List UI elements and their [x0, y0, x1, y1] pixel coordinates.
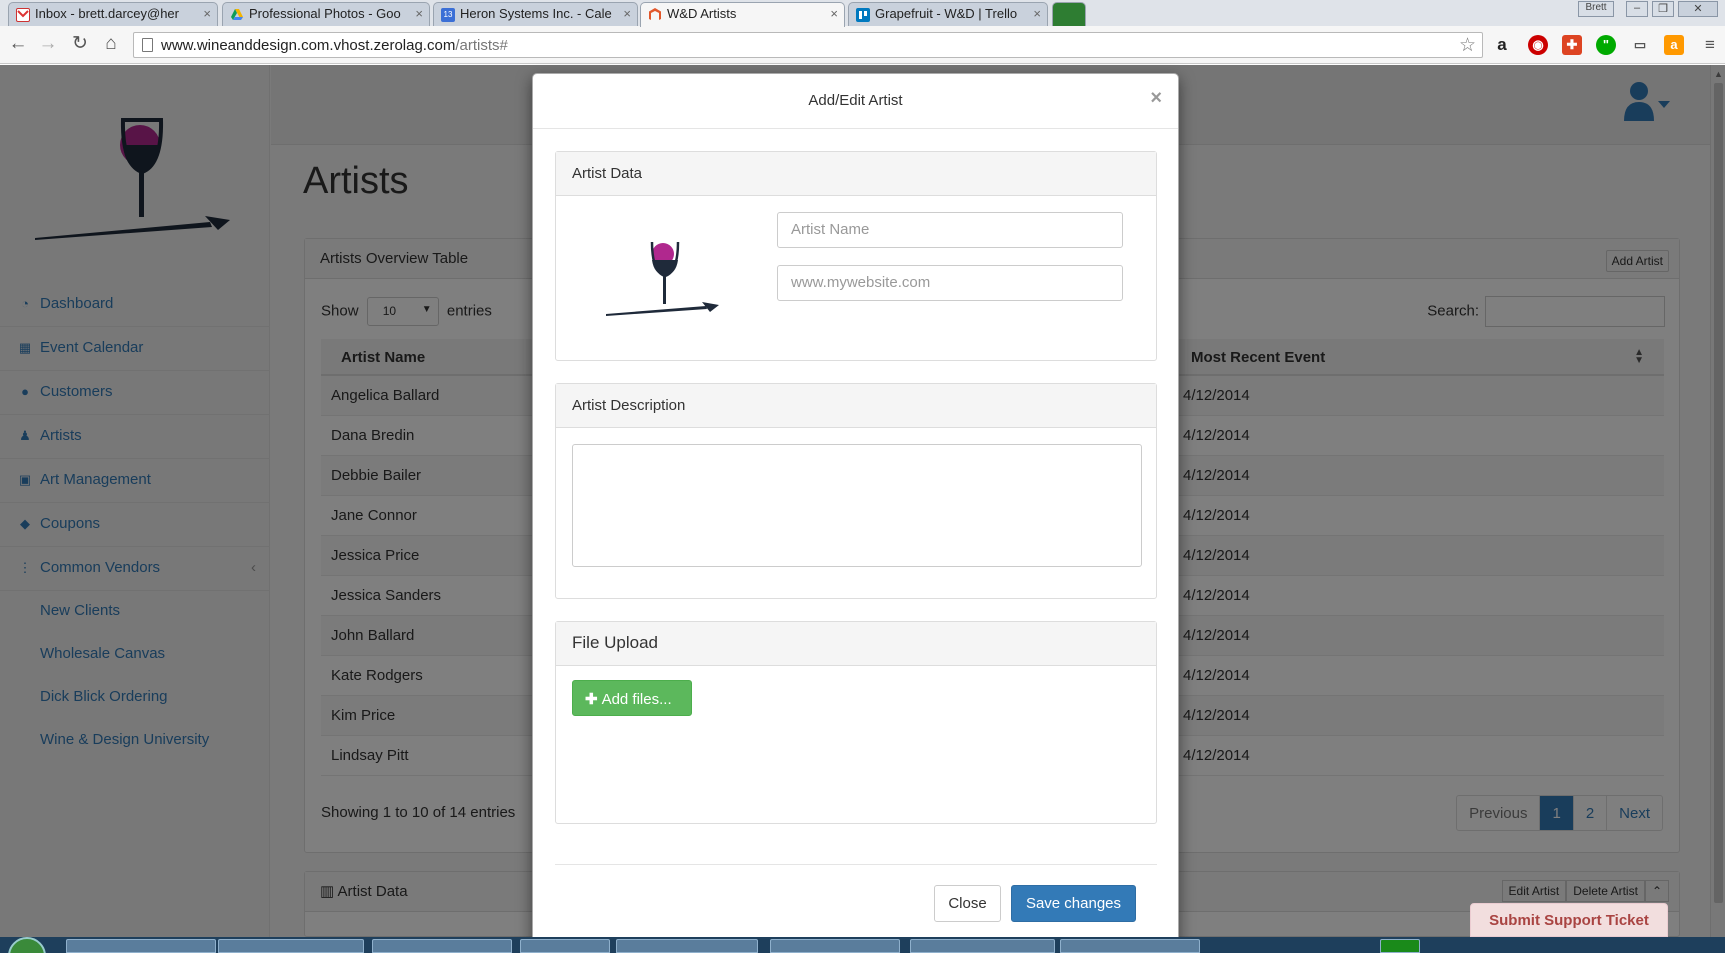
- artist-name-input[interactable]: Artist Name: [777, 212, 1123, 248]
- taskbar-button[interactable]: [520, 939, 610, 953]
- tab-label: Professional Photos - Goo: [249, 6, 401, 21]
- hangouts-icon[interactable]: ": [1596, 35, 1616, 55]
- minimize-button[interactable]: –: [1626, 1, 1648, 17]
- tab-label: Heron Systems Inc. - Cale: [460, 6, 612, 21]
- magento-icon: [648, 8, 662, 22]
- amazon-icon[interactable]: a: [1492, 35, 1512, 55]
- modal-footer-divider: [555, 864, 1157, 865]
- taskbar-button[interactable]: [616, 939, 758, 953]
- new-tab-button[interactable]: [1052, 2, 1086, 26]
- panel-heading: Artist Data: [556, 152, 1156, 196]
- modal-close-icon[interactable]: ×: [1150, 87, 1162, 110]
- home-icon[interactable]: ⌂: [99, 32, 123, 56]
- url-path: /artists#: [455, 37, 508, 54]
- extension-plus-icon[interactable]: ✚: [1562, 35, 1582, 55]
- file-upload-panel: File Upload ✚ Add files...: [555, 621, 1157, 824]
- artist-image-placeholder: [606, 242, 719, 316]
- add-files-label: Add files...: [601, 691, 672, 708]
- tab-label: Inbox - brett.darcey@her: [35, 6, 179, 21]
- artist-data-form-panel: Artist Data Artist Name www.mywebsite.co…: [555, 151, 1157, 361]
- menu-icon[interactable]: ≡: [1700, 35, 1720, 55]
- submit-support-ticket-button[interactable]: Submit Support Ticket: [1470, 903, 1668, 937]
- browser-tab-trello[interactable]: Grapefruit - W&D | Trello ×: [848, 2, 1048, 26]
- browser-tab-wd-artists[interactable]: W&D Artists ×: [640, 2, 845, 27]
- battery-indicator[interactable]: [1380, 939, 1420, 953]
- close-button[interactable]: Close: [934, 885, 1001, 922]
- back-arrow-icon[interactable]: ←: [6, 32, 30, 56]
- taskbar-button[interactable]: [66, 939, 216, 953]
- close-icon[interactable]: ×: [1033, 6, 1041, 21]
- browser-tab-calendar[interactable]: 13 Heron Systems Inc. - Cale ×: [433, 2, 638, 26]
- add-edit-artist-modal: Add/Edit Artist × Artist Data Artist Nam…: [532, 73, 1179, 953]
- url-text: www.wineanddesign.com.vhost.zerolag.com/…: [161, 37, 508, 54]
- taskbar-button[interactable]: [1060, 939, 1200, 953]
- os-taskbar: [0, 937, 1725, 953]
- cast-icon[interactable]: ▭: [1630, 35, 1650, 55]
- website-input[interactable]: www.mywebsite.com: [777, 265, 1123, 301]
- save-changes-button[interactable]: Save changes: [1011, 885, 1136, 922]
- restore-button[interactable]: ❐: [1652, 1, 1674, 17]
- browser-tab-strip: Inbox - brett.darcey@her × Professional …: [0, 0, 1725, 27]
- taskbar-button[interactable]: [218, 939, 364, 953]
- taskbar-button[interactable]: [770, 939, 900, 953]
- modal-title: Add/Edit Artist: [808, 92, 903, 109]
- window-close-button[interactable]: ✕: [1678, 1, 1718, 17]
- bookmark-star-icon[interactable]: ☆: [1459, 34, 1476, 57]
- url-host: www.wineanddesign.com.vhost.zerolag.com: [161, 37, 456, 54]
- browser-tab-inbox[interactable]: Inbox - brett.darcey@her ×: [8, 2, 218, 26]
- close-icon[interactable]: ×: [623, 6, 631, 21]
- plus-icon: ✚: [585, 691, 598, 708]
- panel-heading: Artist Description: [556, 384, 1156, 428]
- gmail-icon: [16, 8, 30, 22]
- start-button[interactable]: [8, 937, 46, 953]
- forward-arrow-icon[interactable]: →: [36, 32, 60, 56]
- tab-label: W&D Artists: [667, 6, 737, 21]
- profile-badge[interactable]: Brett: [1578, 1, 1614, 17]
- browser-toolbar: ← → ↻ ⌂ www.wineanddesign.com.vhost.zero…: [0, 26, 1725, 64]
- taskbar-button[interactable]: [910, 939, 1055, 953]
- browser-tab-photos[interactable]: Professional Photos - Goo ×: [222, 2, 430, 26]
- taskbar-button[interactable]: [372, 939, 512, 953]
- screen: Inbox - brett.darcey@her × Professional …: [0, 0, 1725, 953]
- reload-icon[interactable]: ↻: [68, 32, 92, 56]
- close-icon[interactable]: ×: [830, 6, 838, 21]
- close-icon[interactable]: ×: [415, 6, 423, 21]
- tab-label: Grapefruit - W&D | Trello: [875, 6, 1018, 21]
- add-files-button[interactable]: ✚ Add files...: [572, 680, 692, 716]
- extension-red-icon[interactable]: ◉: [1528, 35, 1548, 55]
- panel-heading: File Upload: [556, 622, 1156, 666]
- calendar-icon: 13: [441, 8, 455, 22]
- trello-icon: [856, 8, 870, 22]
- modal-header: Add/Edit Artist ×: [533, 74, 1178, 129]
- address-bar[interactable]: www.wineanddesign.com.vhost.zerolag.com/…: [133, 32, 1483, 58]
- artist-description-textarea[interactable]: [572, 444, 1142, 567]
- google-drive-icon: [230, 8, 244, 22]
- amazon-assistant-icon[interactable]: a: [1664, 35, 1684, 55]
- close-icon[interactable]: ×: [203, 6, 211, 21]
- artist-description-panel: Artist Description: [555, 383, 1157, 599]
- page-icon: [142, 38, 153, 52]
